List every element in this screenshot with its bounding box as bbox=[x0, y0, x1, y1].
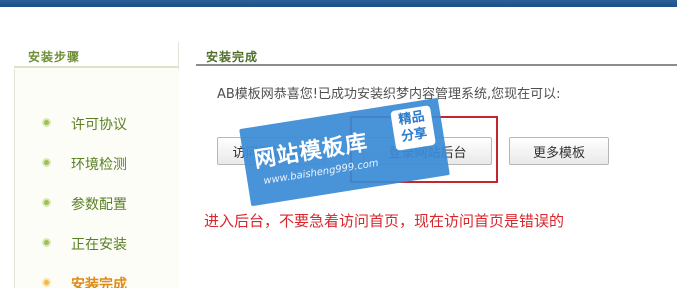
step-complete: 安装完成 bbox=[15, 271, 180, 288]
watermark-badge: 精品 分享 bbox=[390, 105, 436, 151]
step-environment-check: 环境检测 bbox=[15, 151, 180, 175]
section-divider bbox=[196, 64, 677, 66]
step-label: 参数配置 bbox=[71, 197, 127, 213]
step-bullet-icon bbox=[42, 198, 51, 207]
step-label: 环境检测 bbox=[71, 157, 127, 173]
step-bullet-icon bbox=[42, 118, 51, 127]
warning-note: 进入后台，不要急着访问首页，现在访问首页是错误的 bbox=[204, 212, 565, 230]
install-steps-sidebar: 安装步骤 许可协议 环境检测 参数配置 正在安装 安装完成 bbox=[14, 42, 179, 288]
sidebar-divider bbox=[14, 66, 179, 68]
step-bullet-icon bbox=[42, 238, 51, 247]
step-label: 安装完成 bbox=[71, 277, 127, 288]
success-message: AB模板网恭喜您!已成功安装织梦内容管理系统,您现在可以: bbox=[217, 87, 561, 102]
step-bullet-icon bbox=[42, 278, 51, 287]
step-label: 许可协议 bbox=[71, 117, 127, 133]
more-templates-button[interactable]: 更多模板 bbox=[509, 137, 609, 165]
steps-panel: 许可协议 环境检测 参数配置 正在安装 安装完成 bbox=[14, 69, 179, 288]
watermark-logo: 网站模板库 精品 分享 www.baisheng999.com bbox=[239, 97, 450, 207]
step-installing: 正在安装 bbox=[15, 231, 180, 255]
step-parameters: 参数配置 bbox=[15, 191, 180, 215]
step-license: 许可协议 bbox=[15, 111, 180, 135]
section-title: 安装完成 bbox=[206, 50, 259, 64]
step-bullet-icon bbox=[42, 158, 51, 167]
sidebar-title: 安装步骤 bbox=[28, 50, 81, 64]
top-banner bbox=[0, 0, 677, 7]
step-label: 正在安装 bbox=[71, 237, 127, 253]
